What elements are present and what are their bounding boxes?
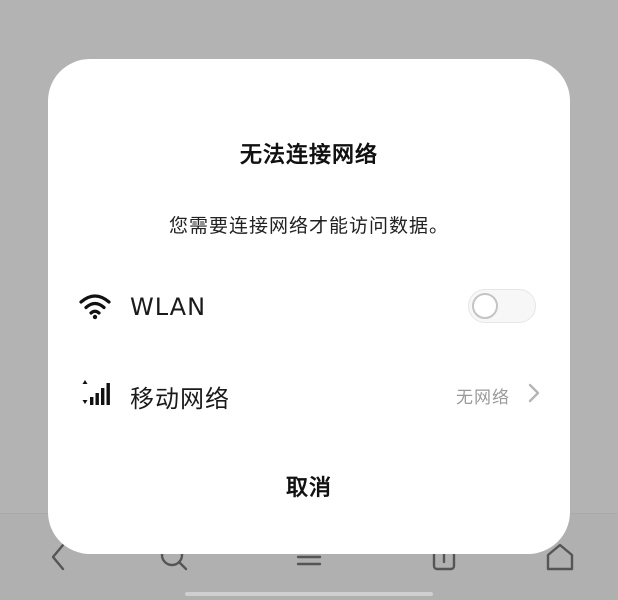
mobile-network-label: 移动网络 bbox=[130, 385, 230, 413]
mobile-network-row[interactable]: 移动网络 无网络 bbox=[48, 371, 570, 415]
toggle-knob bbox=[472, 293, 498, 319]
network-error-dialog: 无法连接网络 您需要连接网络才能访问数据。 WLAN 移动网络 无网络 取消 bbox=[48, 59, 570, 554]
wlan-row[interactable]: WLAN bbox=[48, 285, 570, 329]
chevron-right-icon bbox=[526, 381, 542, 405]
wlan-label: WLAN bbox=[130, 293, 207, 321]
dialog-title: 无法连接网络 bbox=[239, 143, 378, 168]
screen: 无法连接网络 您需要连接网络才能访问数据。 WLAN 移动网络 无网络 取消 bbox=[0, 0, 618, 600]
wlan-toggle[interactable] bbox=[468, 289, 536, 323]
mobile-network-status: 无网络 bbox=[456, 388, 510, 408]
cellular-signal-icon bbox=[78, 377, 112, 407]
cancel-button[interactable]: 取消 bbox=[234, 461, 384, 511]
dialog-message: 您需要连接网络才能访问数据。 bbox=[168, 215, 449, 237]
wifi-icon bbox=[78, 291, 112, 321]
home-indicator bbox=[185, 592, 433, 596]
